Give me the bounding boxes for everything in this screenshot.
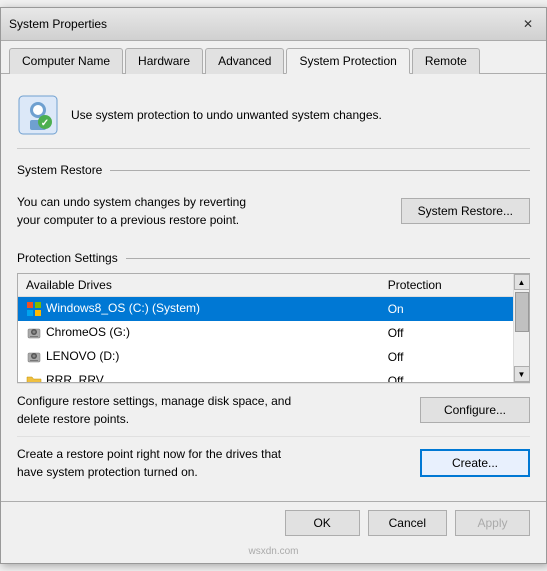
col-drives: Available Drives [18, 274, 380, 297]
scrollbar-thumb[interactable] [515, 292, 529, 332]
protection-settings-header: Protection Settings [17, 251, 530, 265]
drive-icon [26, 349, 42, 365]
drives-table-container: Available Drives Protection Windows8_OS … [17, 273, 530, 383]
system-restore-text: You can undo system changes by reverting… [17, 193, 389, 229]
configure-text: Configure restore settings, manage disk … [17, 392, 408, 428]
drive-cell: RRR_RRV [18, 369, 380, 382]
drives-table-row[interactable]: Windows8_OS (C:) (System)On [18, 297, 513, 322]
protection-cell: Off [380, 321, 513, 345]
protection-cell: Off [380, 369, 513, 382]
tab-hardware[interactable]: Hardware [125, 48, 203, 74]
protection-settings-section: Protection Settings Available Drives Pro… [17, 251, 530, 489]
system-restore-button[interactable]: System Restore... [401, 198, 530, 224]
tab-advanced[interactable]: Advanced [205, 48, 284, 74]
create-button[interactable]: Create... [420, 449, 530, 477]
table-wrapper: Available Drives Protection Windows8_OS … [18, 274, 529, 382]
drives-table-row[interactable]: LENOVO (D:)Off [18, 345, 513, 369]
scroll-up-button[interactable]: ▲ [514, 274, 530, 290]
ok-button[interactable]: OK [285, 510, 360, 536]
configure-button[interactable]: Configure... [420, 397, 530, 423]
col-protection: Protection [380, 274, 513, 297]
protection-cell: Off [380, 345, 513, 369]
protection-cell: On [380, 297, 513, 322]
drives-table-row[interactable]: RRR_RRVOff [18, 369, 513, 382]
scrollbar-track[interactable]: ▲ ▼ [513, 274, 529, 382]
apply-button[interactable]: Apply [455, 510, 530, 536]
drive-cell: Windows8_OS (C:) (System) [18, 297, 380, 322]
configure-row: Configure restore settings, manage disk … [17, 383, 530, 436]
bottom-bar: OK Cancel Apply [1, 501, 546, 544]
window-title: System Properties [9, 17, 107, 31]
protection-settings-label: Protection Settings [17, 251, 118, 265]
scroll-down-button[interactable]: ▼ [514, 366, 530, 382]
close-button[interactable]: ✕ [518, 14, 538, 34]
cancel-button[interactable]: Cancel [368, 510, 447, 536]
drives-table-row[interactable]: ChromeOS (G:)Off [18, 321, 513, 345]
drives-table-header: Available Drives Protection [18, 274, 513, 297]
tab-content: ✓ Use system protection to undo unwanted… [1, 74, 546, 501]
header-text: Use system protection to undo unwanted s… [71, 108, 382, 122]
tab-computer-name[interactable]: Computer Name [9, 48, 123, 74]
shield-icon: ✓ [17, 94, 59, 136]
drives-table: Available Drives Protection Windows8_OS … [18, 274, 513, 382]
drive-icon [26, 325, 42, 341]
system-restore-body: You can undo system changes by reverting… [17, 185, 530, 237]
section-divider [110, 170, 530, 171]
svg-text:✓: ✓ [41, 118, 49, 129]
watermark: wsxdn.com [1, 544, 546, 563]
system-restore-label: System Restore [17, 163, 102, 177]
drives-table-scroll[interactable]: Available Drives Protection Windows8_OS … [18, 274, 513, 382]
system-restore-section: System Restore You can undo system chang… [17, 163, 530, 237]
section-divider-2 [126, 258, 530, 259]
drive-cell: ChromeOS (G:) [18, 321, 380, 345]
tabs-bar: Computer Name Hardware Advanced System P… [1, 41, 546, 74]
create-row: Create a restore point right now for the… [17, 436, 530, 489]
drive-icon [26, 301, 42, 317]
tab-system-protection[interactable]: System Protection [286, 48, 409, 74]
drive-cell: LENOVO (D:) [18, 345, 380, 369]
title-bar: System Properties ✕ [1, 8, 546, 41]
system-properties-window: System Properties ✕ Computer Name Hardwa… [0, 7, 547, 564]
create-text: Create a restore point right now for the… [17, 445, 408, 481]
header-section: ✓ Use system protection to undo unwanted… [17, 86, 530, 149]
tab-remote[interactable]: Remote [412, 48, 480, 74]
drive-icon [26, 373, 42, 382]
system-restore-header: System Restore [17, 163, 530, 177]
